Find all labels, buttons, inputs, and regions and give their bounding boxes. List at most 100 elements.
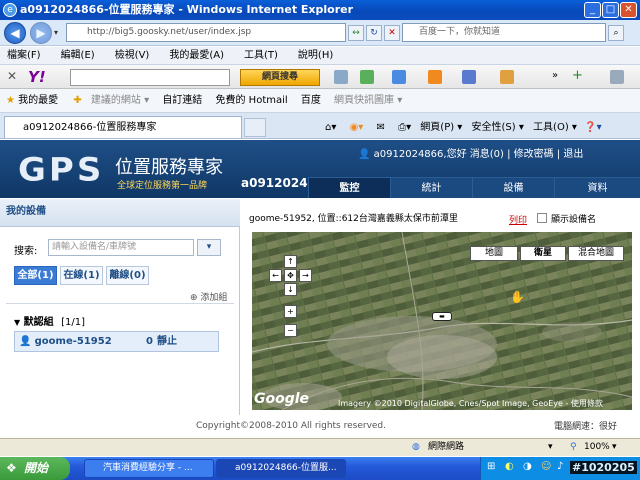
map-type-satellite[interactable]: 衛星 xyxy=(520,246,566,261)
go-button[interactable]: ↔ xyxy=(348,25,364,41)
new-tab-button[interactable] xyxy=(244,118,266,137)
fav-link-suggested[interactable]: 建議的網站 ▾ xyxy=(91,95,149,106)
address-input[interactable]: http://big5.goosky.net/user/index.jsp xyxy=(66,23,346,42)
toolbar-icon[interactable] xyxy=(360,70,374,84)
menu-help[interactable]: 說明(H) xyxy=(298,50,333,61)
start-button[interactable]: ❖ 開始 xyxy=(0,457,70,480)
help-menu[interactable]: ❓▾ xyxy=(584,122,601,133)
collapse-icon[interactable]: ▼ xyxy=(14,318,20,327)
map-type-hybrid[interactable]: 混合地圖 xyxy=(568,246,624,261)
tab-statistics[interactable]: 統計 xyxy=(390,177,472,198)
yahoo-search-button[interactable]: 網頁搜尋 xyxy=(240,69,320,86)
favorites-label[interactable]: 我的最愛 xyxy=(18,95,58,106)
browser-tab[interactable]: a0912024866-位置服務專家 xyxy=(4,116,242,138)
zoom-icon[interactable]: ⚲ xyxy=(570,439,577,456)
tab-devices[interactable]: 設備 xyxy=(472,177,554,198)
refresh-button[interactable]: ↻ xyxy=(366,25,382,41)
filter-all[interactable]: 全部(1) xyxy=(14,266,57,285)
maximize-button[interactable]: □ xyxy=(602,2,619,18)
safety-menu[interactable]: 安全性(S) ▾ xyxy=(472,122,524,133)
search-dropdown-button[interactable]: ▾ xyxy=(197,239,221,256)
device-speed: 0 xyxy=(146,336,153,347)
tray-icon[interactable]: ◐ xyxy=(505,461,514,472)
gps-header: GPS 位置服務專家 全球定位服務第一品牌 a0912024866 👤 a091… xyxy=(0,140,640,198)
zoom-out-button[interactable]: − xyxy=(284,324,297,337)
yahoo-search-input[interactable] xyxy=(70,69,230,86)
device-row[interactable]: 👤 goome-51952 0 靜止 xyxy=(14,331,219,352)
stop-button[interactable]: ✕ xyxy=(384,25,400,41)
page-menu[interactable]: 網頁(P) ▾ xyxy=(420,122,462,133)
toolbar-icon[interactable] xyxy=(334,70,348,84)
group-row[interactable]: ▼ 默認組 [1/1] xyxy=(14,313,85,328)
zoom-menu-icon[interactable]: ▾ xyxy=(612,439,617,456)
show-names-checkbox[interactable] xyxy=(537,213,547,223)
pan-right-button[interactable]: → xyxy=(299,269,312,282)
forward-button[interactable]: ▶ xyxy=(30,22,52,44)
add-group-link[interactable]: ⊕ 添加組 xyxy=(190,290,227,303)
filter-online[interactable]: 在線(1) xyxy=(60,266,103,285)
overflow-chevron-icon[interactable]: » xyxy=(552,70,558,81)
tray-icon[interactable]: ⊞ xyxy=(487,461,495,472)
fav-link-webslice[interactable]: 網頁快訊圖庫 ▾ xyxy=(334,95,402,106)
menu-tools[interactable]: 工具(T) xyxy=(244,50,278,61)
print-link[interactable]: 列印 xyxy=(509,213,527,226)
fav-link-custom[interactable]: 自訂連結 xyxy=(162,95,202,106)
device-panel: 我的設備 搜索: 請輸入設備名/車牌號 ▾ 全部(1) 在線(1) 離線(0) … xyxy=(0,199,240,415)
close-button[interactable]: ✕ xyxy=(620,2,637,18)
satellite-map[interactable]: 地圖 衛星 混合地圖 ↑ ← ✥ → ↓ + − ▬ ✋ Google Imag… xyxy=(252,232,632,410)
menu-bar: 檔案(F) 編輯(E) 檢視(V) 我的最愛(A) 工具(T) 說明(H) xyxy=(0,47,640,65)
zoom-level[interactable]: 100% xyxy=(584,439,610,456)
protected-mode-icon[interactable]: ▾ xyxy=(548,439,553,456)
map-credit[interactable]: Imagery ©2010 DigitalGlobe, Cnes/Spot Im… xyxy=(338,398,603,409)
menu-file[interactable]: 檔案(F) xyxy=(7,50,41,61)
tools-menu[interactable]: 工具(O) ▾ xyxy=(533,122,577,133)
tab-data[interactable]: 資料 xyxy=(554,177,640,198)
zone-label: 網際網路 xyxy=(428,442,465,452)
pan-left-button[interactable]: ← xyxy=(269,269,282,282)
window-title: a0912024866-位置服務專家 - Windows Internet Ex… xyxy=(20,3,354,16)
close-toolbar-icon[interactable]: ✕ xyxy=(7,69,17,83)
user-links[interactable]: 👤 a0912024866,您好 消息(0) | 修改密碼 | 退出 xyxy=(358,145,583,160)
back-button[interactable]: ◀ xyxy=(4,22,26,44)
feeds-icon[interactable]: ◉▾ xyxy=(350,122,364,133)
settings-icon[interactable] xyxy=(610,70,624,84)
map-type-map[interactable]: 地圖 xyxy=(470,246,518,261)
pan-down-button[interactable]: ↓ xyxy=(284,283,297,296)
search-icon[interactable]: ⌕ xyxy=(608,25,624,41)
google-logo[interactable]: Google xyxy=(254,391,309,407)
history-chevron-icon[interactable]: ▾ xyxy=(54,28,58,37)
rss-icon[interactable] xyxy=(428,70,442,84)
search-input[interactable]: 百度一下，你就知道 xyxy=(402,23,606,42)
task-button-active[interactable]: a0912024866-位置服... xyxy=(216,459,346,478)
tray-icon[interactable]: ◑ xyxy=(523,461,532,472)
task-button[interactable]: 汽車消費經驗分享 - ... xyxy=(84,459,214,478)
toolbar-icon[interactable] xyxy=(392,70,406,84)
device-search-input[interactable]: 請輸入設備名/車牌號 xyxy=(48,239,194,256)
pan-up-button[interactable]: ↑ xyxy=(284,255,297,268)
vehicle-marker-icon[interactable]: ▬ xyxy=(432,312,452,321)
menu-edit[interactable]: 編輯(E) xyxy=(61,50,95,61)
tab-monitor[interactable]: 監控 xyxy=(308,177,390,198)
toolbar-icon[interactable] xyxy=(500,70,514,84)
add-favorite-icon[interactable]: ✚ xyxy=(73,95,81,106)
map-panel: goome-51952, 位置::612台灣嘉義縣太保市前潭里 列印 顯示設備名 xyxy=(241,199,640,415)
filter-offline[interactable]: 離線(0) xyxy=(106,266,149,285)
mail-icon[interactable] xyxy=(462,70,476,84)
user-links-text[interactable]: a0912024866,您好 消息(0) | 修改密碼 | 退出 xyxy=(374,149,584,160)
add-icon[interactable]: + xyxy=(572,68,583,83)
fav-link-baidu[interactable]: 百度 xyxy=(301,95,321,106)
fav-link-hotmail[interactable]: 免費的 Hotmail xyxy=(216,95,288,106)
yahoo-logo[interactable]: Y! xyxy=(28,68,46,86)
device-name[interactable]: goome-51952 xyxy=(35,336,112,347)
minimize-button[interactable]: _ xyxy=(584,2,601,18)
hand-cursor-icon: ✋ xyxy=(510,290,525,304)
home-icon[interactable]: ⌂▾ xyxy=(325,122,336,133)
read-mail-icon[interactable]: ✉ xyxy=(377,122,385,133)
pan-center-button[interactable]: ✥ xyxy=(284,269,297,282)
print-icon[interactable]: ⎙▾ xyxy=(398,122,411,133)
volume-icon[interactable]: ♪ xyxy=(557,461,563,472)
zoom-in-button[interactable]: + xyxy=(284,305,297,318)
tray-icon[interactable]: ☺ xyxy=(541,461,551,472)
menu-view[interactable]: 檢視(V) xyxy=(115,50,150,61)
menu-favorites[interactable]: 我的最愛(A) xyxy=(169,50,224,61)
